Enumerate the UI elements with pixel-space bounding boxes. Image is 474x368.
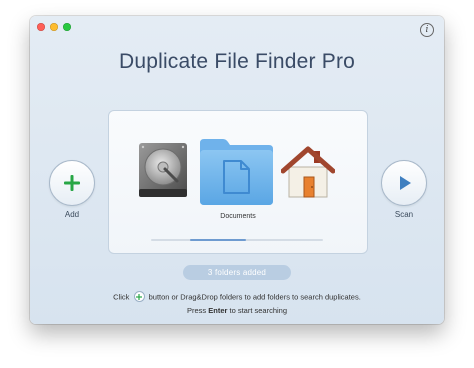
hint-line-2-rest: to start searching <box>229 306 288 315</box>
documents-folder-icon[interactable] <box>197 137 275 212</box>
plus-icon <box>64 175 80 191</box>
zoom-window-button[interactable] <box>63 23 71 31</box>
hint-press-text: Press <box>186 306 207 315</box>
hard-drive-icon[interactable] <box>137 141 189 204</box>
info-icon[interactable]: i <box>420 23 434 37</box>
play-icon <box>400 176 411 190</box>
minimize-window-button[interactable] <box>50 23 58 31</box>
instruction-line-2: Press Enter to start searching <box>30 306 444 315</box>
instruction-line-1: Click button or Drag&Drop folders to add… <box>30 291 444 303</box>
hint-click-text: Click <box>113 292 130 302</box>
hint-enter-key: Enter <box>208 306 228 315</box>
folders-added-badge: 3 folders added <box>183 265 291 280</box>
app-title: Duplicate File Finder Pro <box>118 50 356 73</box>
scan-circle[interactable] <box>381 160 427 206</box>
folder-drop-area[interactable]: Documents <box>108 110 368 254</box>
documents-folder-label: Documents <box>220 213 256 220</box>
hint-line-1-rest: button or Drag&Drop folders to add folde… <box>148 292 361 302</box>
add-label: Add <box>64 210 80 219</box>
scan-label: Scan <box>394 210 414 219</box>
scan-button[interactable]: Scan <box>381 160 427 219</box>
home-folder-icon[interactable] <box>280 145 336 204</box>
scrollbar-thumb[interactable] <box>190 239 246 241</box>
add-button[interactable]: Add <box>49 160 95 219</box>
add-circle[interactable] <box>49 160 95 206</box>
horizontal-scrollbar[interactable] <box>151 239 323 241</box>
close-window-button[interactable] <box>37 23 45 31</box>
main-window: i Duplicate File Finder Pro Add Scan Doc… <box>30 16 444 324</box>
window-controls <box>37 23 71 31</box>
inline-plus-icon <box>133 291 145 302</box>
